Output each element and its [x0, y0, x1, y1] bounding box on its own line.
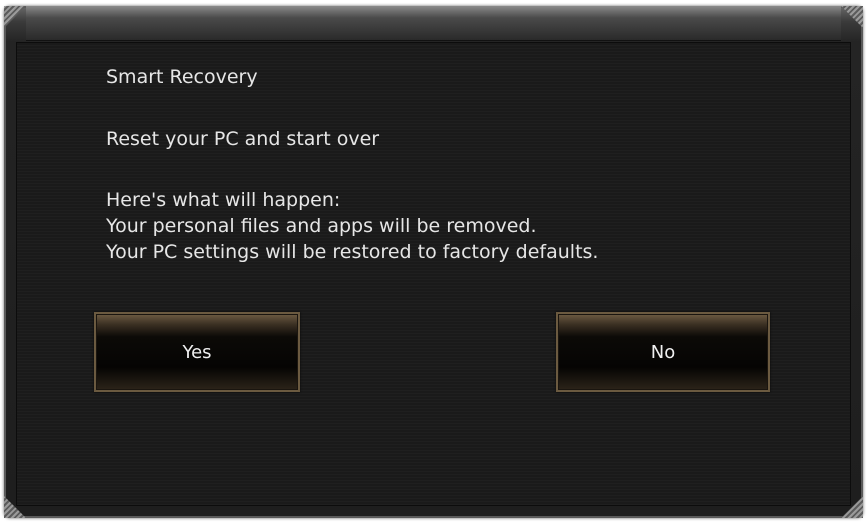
yes-button[interactable]: Yes — [94, 312, 300, 392]
smart-recovery-dialog: Smart Recovery Reset your PC and start o… — [4, 6, 863, 518]
dialog-content-panel — [16, 42, 851, 506]
description-line: Here's what will happen: — [106, 189, 341, 211]
description-line: Your PC settings will be restored to fac… — [106, 241, 599, 263]
corner-decoration-top-right — [841, 6, 863, 28]
dialog-subtitle: Reset your PC and start over — [106, 128, 380, 150]
dialog-heading: Smart Recovery — [106, 66, 258, 88]
description-line: Your personal files and apps will be rem… — [106, 215, 537, 237]
no-button[interactable]: No — [556, 312, 770, 392]
dialog-title-bar — [26, 6, 841, 41]
corner-decoration-top-left — [4, 6, 26, 28]
